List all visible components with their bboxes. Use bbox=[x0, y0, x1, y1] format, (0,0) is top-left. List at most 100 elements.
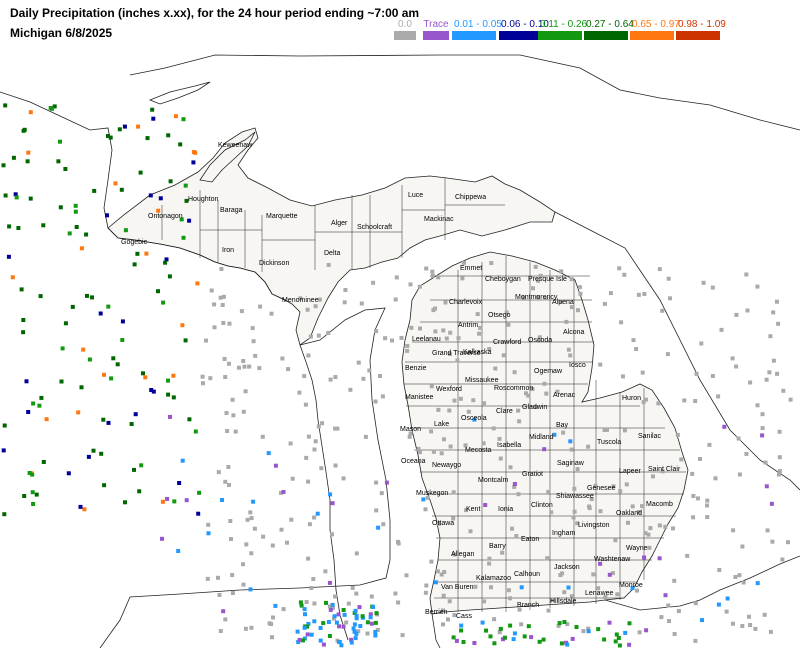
station-marker bbox=[373, 620, 378, 625]
station-marker bbox=[216, 470, 221, 475]
county-label: Menominee bbox=[282, 297, 319, 304]
station-marker bbox=[295, 629, 300, 634]
station-marker bbox=[544, 391, 549, 396]
station-marker bbox=[221, 609, 226, 614]
station-marker bbox=[56, 159, 61, 164]
station-marker bbox=[306, 479, 311, 484]
legend-label: Trace bbox=[423, 19, 449, 30]
station-marker bbox=[251, 499, 256, 504]
station-marker bbox=[243, 389, 248, 394]
station-marker bbox=[326, 263, 331, 267]
station-marker bbox=[258, 304, 263, 309]
station-marker bbox=[762, 612, 767, 617]
station-marker bbox=[191, 150, 196, 154]
county-label: Mason bbox=[400, 426, 421, 433]
station-marker bbox=[84, 232, 89, 237]
station-marker bbox=[458, 396, 463, 401]
station-marker bbox=[26, 150, 31, 155]
station-marker bbox=[253, 353, 258, 358]
county-label: Lenawee bbox=[585, 590, 614, 597]
station-marker bbox=[41, 223, 46, 228]
station-marker bbox=[646, 532, 651, 537]
county-label: Shiawassee bbox=[556, 493, 594, 500]
station-marker bbox=[230, 591, 235, 595]
station-marker bbox=[102, 483, 107, 488]
station-marker bbox=[755, 403, 760, 408]
station-marker bbox=[433, 329, 438, 334]
station-marker bbox=[327, 580, 332, 585]
station-marker bbox=[508, 465, 513, 470]
station-marker bbox=[491, 426, 496, 431]
legend-swatch bbox=[538, 31, 582, 40]
station-marker bbox=[73, 209, 78, 214]
station-marker bbox=[193, 429, 198, 434]
station-marker bbox=[353, 636, 358, 641]
station-marker bbox=[717, 568, 722, 572]
station-marker bbox=[2, 512, 7, 517]
station-marker bbox=[566, 347, 571, 352]
station-marker bbox=[456, 336, 461, 341]
station-marker bbox=[333, 594, 338, 599]
station-marker bbox=[106, 420, 111, 425]
station-marker bbox=[333, 375, 338, 379]
station-marker bbox=[557, 621, 562, 626]
station-marker bbox=[519, 585, 524, 590]
station-marker bbox=[113, 181, 118, 186]
station-marker bbox=[405, 343, 410, 348]
station-marker bbox=[269, 622, 274, 627]
station-marker bbox=[452, 398, 457, 403]
station-marker bbox=[197, 490, 202, 495]
station-marker bbox=[748, 623, 753, 627]
station-marker bbox=[435, 569, 440, 574]
station-marker bbox=[562, 620, 567, 624]
county-label: Newaygo bbox=[432, 462, 461, 469]
station-marker bbox=[307, 522, 312, 527]
station-marker bbox=[744, 272, 749, 277]
county-label: Macomb bbox=[646, 501, 673, 508]
station-marker bbox=[333, 426, 338, 431]
station-marker bbox=[201, 381, 205, 386]
station-marker bbox=[222, 357, 227, 361]
station-marker bbox=[694, 371, 699, 376]
station-marker bbox=[627, 642, 632, 647]
station-marker bbox=[598, 362, 603, 367]
station-marker bbox=[306, 353, 311, 358]
station-marker bbox=[666, 603, 671, 608]
station-marker bbox=[360, 614, 365, 619]
county-label: Dickinson bbox=[259, 260, 289, 267]
station-marker bbox=[444, 336, 449, 341]
station-marker bbox=[123, 228, 128, 233]
station-marker bbox=[369, 621, 374, 626]
county-label: Baraga bbox=[220, 207, 243, 214]
county-label: Muskegon bbox=[416, 490, 448, 497]
station-marker bbox=[487, 561, 492, 566]
station-marker bbox=[341, 476, 346, 481]
station-marker bbox=[737, 573, 742, 578]
station-marker bbox=[21, 330, 26, 335]
station-marker bbox=[637, 630, 642, 635]
station-marker bbox=[705, 498, 710, 503]
station-marker bbox=[200, 374, 205, 379]
station-marker bbox=[219, 267, 224, 271]
station-marker bbox=[38, 294, 43, 299]
station-marker bbox=[180, 458, 185, 463]
station-marker bbox=[168, 414, 172, 419]
county-label: Berrien bbox=[425, 609, 448, 616]
map-header: Daily Precipitation (inches x.xx), for t… bbox=[0, 0, 800, 46]
station-marker bbox=[640, 370, 645, 375]
station-marker bbox=[568, 353, 573, 358]
station-marker bbox=[177, 481, 182, 485]
county-label: Clinton bbox=[531, 502, 553, 509]
station-marker bbox=[79, 385, 84, 390]
station-marker bbox=[562, 590, 567, 595]
station-marker bbox=[60, 346, 65, 351]
station-marker bbox=[529, 635, 534, 640]
station-marker bbox=[70, 304, 75, 309]
station-marker bbox=[206, 522, 211, 527]
station-marker bbox=[359, 301, 364, 306]
station-marker bbox=[713, 476, 718, 481]
station-marker bbox=[334, 620, 339, 625]
station-marker bbox=[380, 394, 385, 399]
station-marker bbox=[183, 183, 188, 188]
station-marker bbox=[619, 320, 624, 325]
